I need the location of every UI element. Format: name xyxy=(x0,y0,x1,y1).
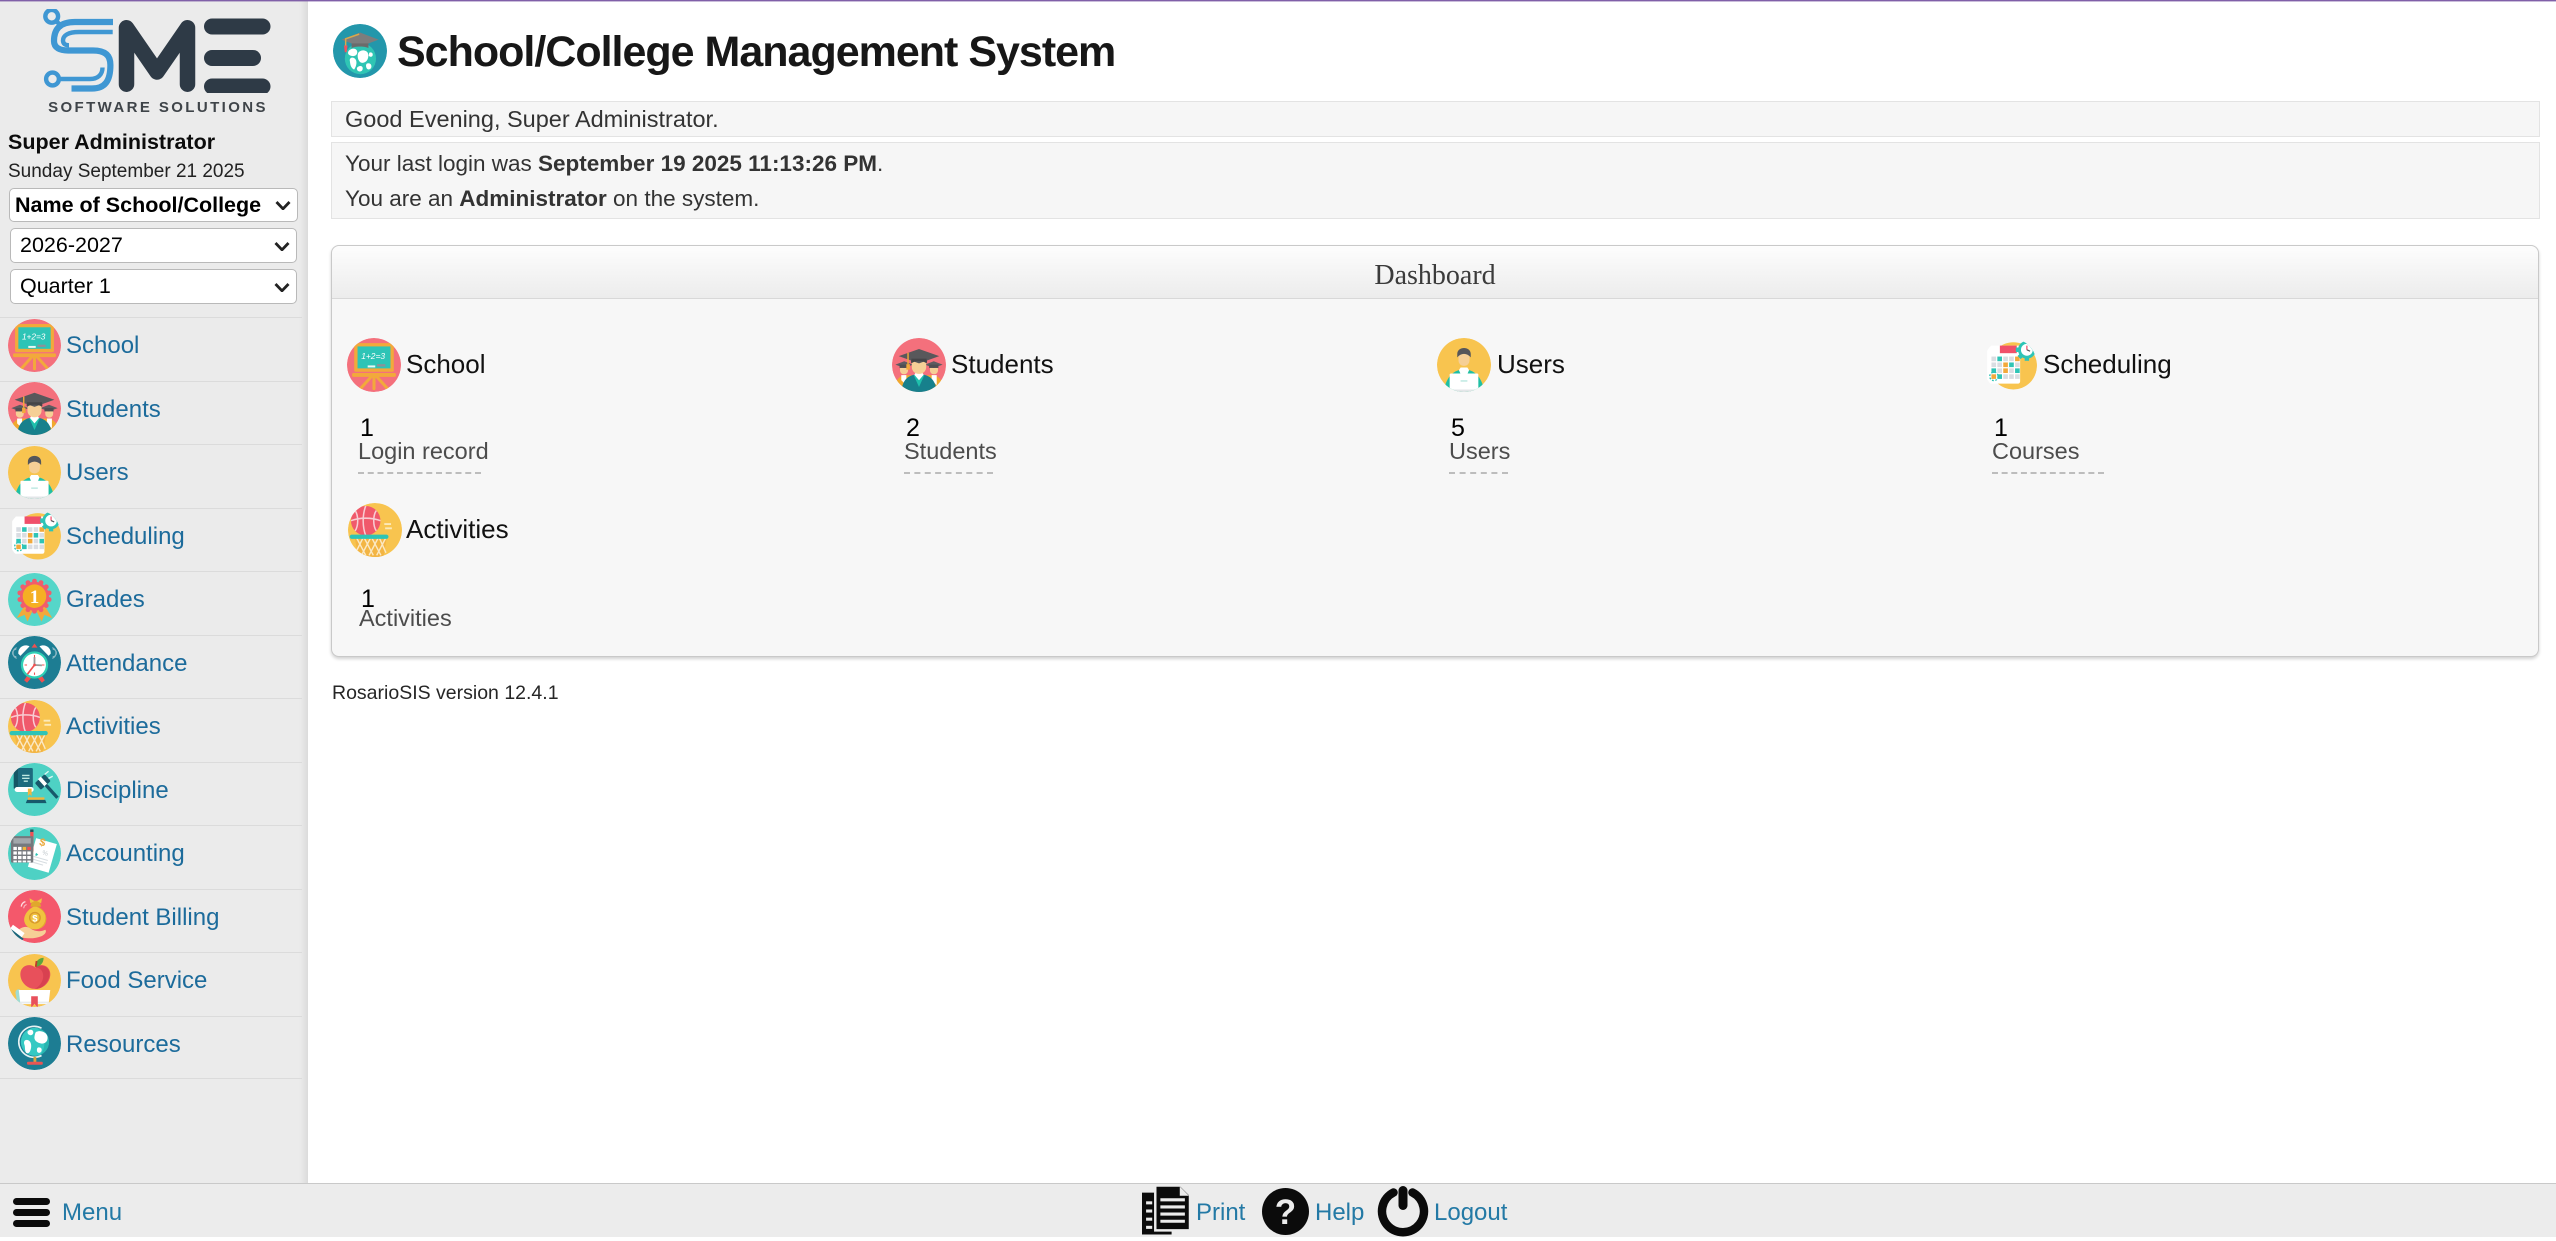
svg-text:?: ? xyxy=(1275,1193,1296,1232)
